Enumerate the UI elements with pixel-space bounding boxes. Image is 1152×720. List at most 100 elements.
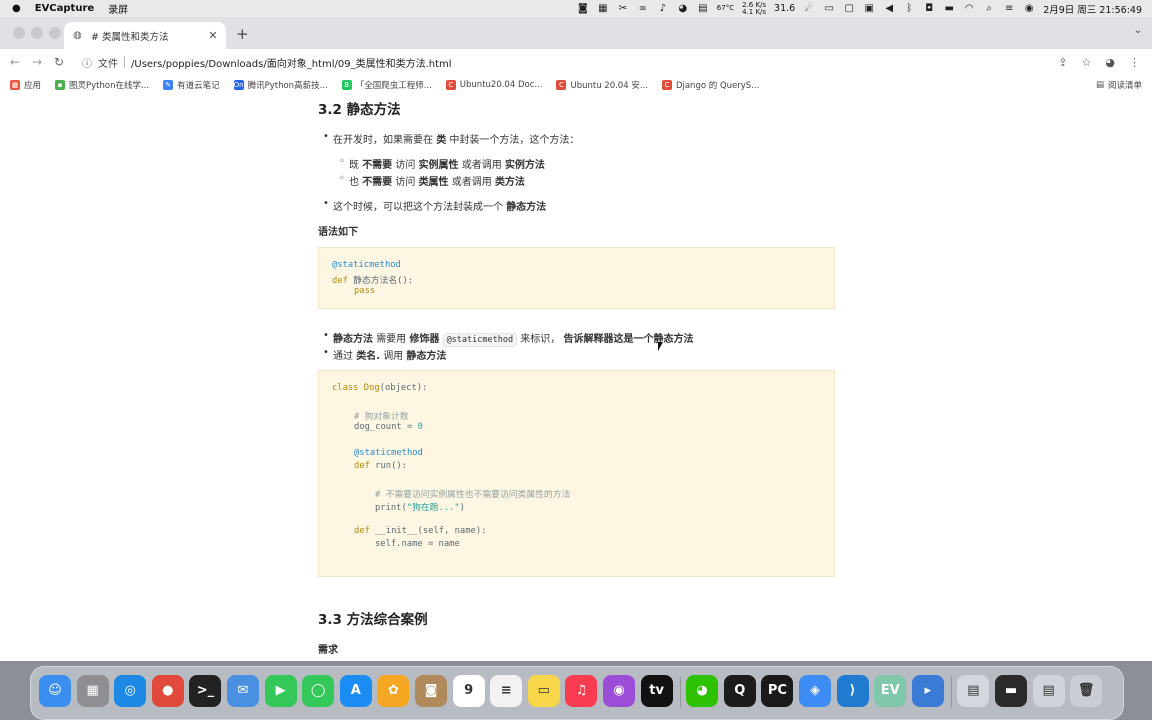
- messages-icon[interactable]: ◯: [302, 675, 335, 707]
- grid2-status-icon[interactable]: ▤: [697, 3, 709, 14]
- battery-icon[interactable]: ▬: [943, 3, 955, 14]
- scissors-icon[interactable]: ✂: [617, 3, 629, 14]
- code-line: @staticmethod: [332, 260, 401, 270]
- launchpad-icon[interactable]: ▦: [76, 675, 109, 707]
- menu-app-name[interactable]: EVCapture: [35, 3, 94, 14]
- wifi-icon[interactable]: ◠: [963, 3, 975, 14]
- list-item: 在开发时，如果需要在 类 中封装一个方法，这个方法：: [323, 131, 579, 146]
- evcapture-icon[interactable]: EV: [874, 675, 907, 707]
- volume-icon[interactable]: ◀: [883, 3, 895, 14]
- calendar-icon[interactable]: 9: [452, 675, 485, 707]
- code-line: dog_count = 0: [354, 422, 423, 432]
- reminders-icon[interactable]: ≡: [490, 675, 523, 707]
- screenshot-thumb-icon[interactable]: ▤: [1032, 675, 1065, 707]
- code-line: def 静态方法名():: [332, 276, 414, 286]
- safari-icon[interactable]: ◎: [114, 675, 147, 707]
- bookmark-youdao[interactable]: ✎ 有道云笔记: [163, 79, 220, 91]
- address-bar[interactable]: ⓘ 文件 /Users/poppies/Downloads/面向对象_html/…: [74, 51, 1058, 73]
- tab-close-icon[interactable]: ✕: [206, 29, 220, 42]
- appstore-icon[interactable]: A: [339, 675, 372, 707]
- csdn-icon: C: [556, 79, 567, 90]
- back-icon[interactable]: ←: [4, 55, 26, 69]
- display-icon[interactable]: ▢: [843, 3, 855, 14]
- podcasts-icon[interactable]: ◉: [603, 675, 635, 707]
- apple-icon[interactable]: ●: [12, 3, 21, 14]
- requirement-label: 需求: [318, 645, 338, 656]
- bookmark-apps[interactable]: ▦ 应用: [10, 79, 41, 91]
- dock-separator: [680, 677, 682, 707]
- siri-icon[interactable]: ◉: [1023, 3, 1035, 14]
- bookmark-ubuntu-install[interactable]: C Ubuntu 20.04 安...: [556, 79, 648, 91]
- csdn-icon: C: [445, 79, 456, 90]
- cpu-readout[interactable]: 31.6: [774, 3, 795, 14]
- terminal-icon[interactable]: >_: [189, 675, 222, 707]
- heading-static-method: 3.2 静态方法: [318, 102, 401, 118]
- terminal-thumb-icon[interactable]: ▬: [995, 675, 1027, 707]
- chrome-icon[interactable]: ●: [151, 675, 184, 707]
- url-separator: [124, 56, 125, 68]
- vscode-icon[interactable]: ⟩: [836, 675, 869, 707]
- turing-icon: ▪: [55, 79, 66, 90]
- wechat-icon[interactable]: ◕: [686, 675, 719, 707]
- music-icon[interactable]: ♫: [565, 675, 598, 707]
- app-status-icon[interactable]: ◘: [923, 3, 935, 14]
- pycharm-icon[interactable]: PC: [761, 675, 794, 707]
- share-icon[interactable]: ⇪: [1058, 56, 1067, 69]
- code-line: def run():: [354, 461, 407, 471]
- finder-icon[interactable]: ☺: [39, 675, 71, 707]
- profile-icon[interactable]: ◕: [1105, 56, 1115, 69]
- qq-icon[interactable]: Q: [723, 675, 756, 707]
- code-block-syntax[interactable]: @staticmethod def 静态方法名(): pass: [318, 247, 835, 309]
- link-icon[interactable]: ∞: [637, 3, 649, 14]
- search-icon[interactable]: ⌕: [983, 3, 995, 14]
- menu-item-record[interactable]: 录屏: [108, 1, 128, 16]
- preview-thumb-icon[interactable]: ▤: [957, 675, 990, 707]
- trash-icon[interactable]: 🗑: [1070, 675, 1103, 707]
- facetime-icon[interactable]: ▶: [264, 675, 297, 707]
- list-item: 也 不需要 访问 类属性 或者调用 类方法: [339, 173, 525, 188]
- code-line: self.name = name: [375, 539, 460, 549]
- control-center-icon[interactable]: ≡: [1003, 3, 1015, 14]
- reload-icon[interactable]: ↻: [48, 55, 70, 69]
- url-text[interactable]: /Users/poppies/Downloads/面向对象_html/09_类属…: [131, 55, 452, 70]
- screen-icon[interactable]: ▣: [863, 3, 875, 14]
- window-icon[interactable]: ▭: [823, 3, 835, 14]
- baidu-netdisk-icon[interactable]: ◈: [799, 675, 831, 707]
- photos-icon[interactable]: ✿: [377, 675, 410, 707]
- notes-icon[interactable]: ▭: [527, 675, 560, 707]
- bell-icon[interactable]: ♪: [657, 3, 669, 14]
- gesture-icon[interactable]: ☄: [803, 3, 815, 14]
- bookmark-tencent[interactable]: On 腾讯Python高薪技...: [233, 79, 328, 91]
- screen-recorder-icon[interactable]: ▸: [911, 675, 944, 707]
- tab-search-icon[interactable]: ⌄: [1134, 25, 1142, 36]
- bookmark-star-icon[interactable]: ☆: [1082, 56, 1092, 69]
- zoom-window-button[interactable]: [49, 27, 61, 39]
- code-line: @staticmethod: [354, 448, 423, 458]
- new-tab-button[interactable]: +: [236, 25, 249, 43]
- contacts-icon[interactable]: ◙: [415, 675, 447, 707]
- close-window-button[interactable]: [13, 27, 25, 39]
- status-icon[interactable]: ◙: [577, 3, 589, 14]
- grid-status-icon[interactable]: ▦: [597, 3, 609, 14]
- mail-icon[interactable]: ✉: [227, 675, 259, 707]
- bookmark-ubuntu-doc[interactable]: C Ubuntu20.04 Doc...: [445, 79, 542, 90]
- bookmark-turing[interactable]: ▪ 图灵Python在线学...: [55, 79, 149, 91]
- forward-icon[interactable]: →: [26, 55, 48, 69]
- menu-datetime[interactable]: 2月9日 周三 21:56:49: [1043, 2, 1142, 16]
- appletv-icon[interactable]: tv: [640, 675, 673, 707]
- wechat-status-icon[interactable]: ◕: [677, 3, 689, 14]
- code-block-dog-class[interactable]: class Dog(object): # 狗对象计数 dog_count = 0…: [318, 370, 835, 577]
- reading-list-button[interactable]: ▤ 阅读清单: [1096, 79, 1152, 91]
- tab-active[interactable]: ◍ # 类属性和类方法 ✕: [64, 22, 226, 49]
- bookmark-django[interactable]: C Django 的 QueryS...: [661, 79, 759, 91]
- menu-kebab-icon[interactable]: ⋮: [1129, 56, 1140, 69]
- bluetooth-icon[interactable]: ᛒ: [903, 3, 915, 14]
- temp-readout: 67°C: [716, 4, 735, 12]
- syntax-label: 语法如下: [318, 227, 358, 238]
- info-icon[interactable]: ⓘ: [82, 55, 92, 70]
- tab-title: # 类属性和类方法: [91, 31, 169, 43]
- minimize-window-button[interactable]: [31, 27, 43, 39]
- youdao-icon: ✎: [163, 79, 174, 90]
- apps-grid-icon: ▦: [10, 79, 20, 90]
- bookmark-spider[interactable]: B 「全国爬虫工程师...: [341, 79, 432, 91]
